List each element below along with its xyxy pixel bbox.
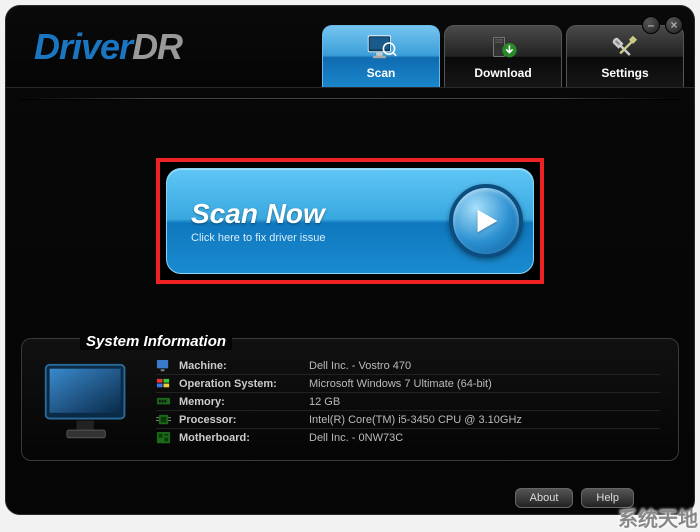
table-row: Motherboard: Dell Inc. - 0NW73C xyxy=(156,428,660,446)
info-key: Machine: xyxy=(179,360,309,372)
play-arrow-icon xyxy=(449,184,523,258)
scan-section: Scan Now Click here to fix driver issue xyxy=(21,158,679,284)
minimize-button[interactable]: – xyxy=(642,16,660,34)
memory-icon xyxy=(156,395,171,408)
header: DriverDR Scan Download Settings xyxy=(6,6,694,88)
table-row: Processor: Intel(R) Core(TM) i5-3450 CPU… xyxy=(156,410,660,428)
logo-text-1: Driver xyxy=(34,26,132,67)
window-controls: – × xyxy=(642,16,683,34)
tab-download[interactable]: Download xyxy=(444,25,562,87)
info-key: Operation System: xyxy=(179,378,309,390)
tab-settings[interactable]: Settings xyxy=(566,25,684,87)
table-row: Memory: 12 GB xyxy=(156,392,660,410)
close-button[interactable]: × xyxy=(665,16,683,34)
info-val: Dell Inc. - Vostro 470 xyxy=(309,360,411,372)
monitor-scan-icon xyxy=(365,33,397,64)
cpu-icon xyxy=(156,413,171,426)
separator xyxy=(21,98,679,100)
tab-bar: Scan Download Settings xyxy=(322,25,684,87)
table-row: Machine: Dell Inc. - Vostro 470 xyxy=(156,357,660,374)
tab-label: Download xyxy=(474,66,531,80)
machine-icon xyxy=(156,359,171,372)
app-logo: DriverDR xyxy=(34,29,182,65)
info-val: Microsoft Windows 7 Ultimate (64-bit) xyxy=(309,378,492,390)
app-window: – × DriverDR Scan Download xyxy=(5,5,695,515)
tab-label: Scan xyxy=(367,66,396,80)
table-row: Operation System: Microsoft Windows 7 Ul… xyxy=(156,374,660,392)
scan-button-text: Scan Now Click here to fix driver issue xyxy=(191,198,449,244)
os-icon xyxy=(156,377,171,390)
scan-now-button[interactable]: Scan Now Click here to fix driver issue xyxy=(166,168,534,274)
sysinfo-table: Machine: Dell Inc. - Vostro 470 Operatio… xyxy=(156,357,660,446)
info-val: Dell Inc. - 0NW73C xyxy=(309,432,403,444)
about-button[interactable]: About xyxy=(515,488,574,508)
sysinfo-heading: System Information xyxy=(80,333,232,350)
info-key: Processor: xyxy=(179,414,309,426)
content-area: Scan Now Click here to fix driver issue … xyxy=(6,88,694,471)
tab-label: Settings xyxy=(601,66,648,80)
help-button[interactable]: Help xyxy=(581,488,634,508)
tab-scan[interactable]: Scan xyxy=(322,25,440,87)
scan-subtitle: Click here to fix driver issue xyxy=(191,232,449,244)
info-key: Memory: xyxy=(179,396,309,408)
info-val: Intel(R) Core(TM) i5-3450 CPU @ 3.10GHz xyxy=(309,414,522,426)
scan-title: Scan Now xyxy=(191,198,449,230)
system-info-panel: System Information Machine: Dell Inc. - … xyxy=(21,338,679,461)
settings-tools-icon xyxy=(609,33,641,64)
logo-text-2: DR xyxy=(132,26,182,67)
highlight-annotation: Scan Now Click here to fix driver issue xyxy=(156,158,544,284)
motherboard-icon xyxy=(156,431,171,444)
download-tower-icon xyxy=(487,33,519,64)
footer-buttons: About Help xyxy=(515,488,634,508)
computer-monitor-icon xyxy=(40,361,136,443)
info-val: 12 GB xyxy=(309,396,340,408)
info-key: Motherboard: xyxy=(179,432,309,444)
